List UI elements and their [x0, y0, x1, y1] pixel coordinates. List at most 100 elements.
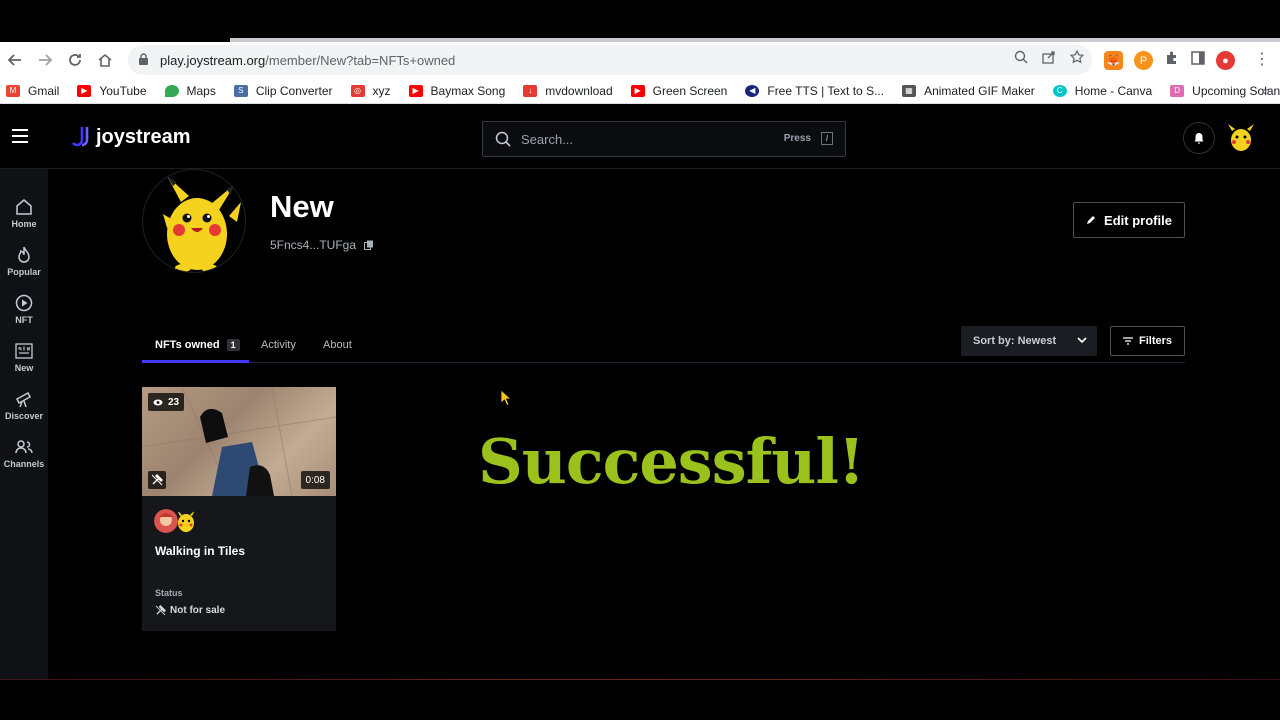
bookmarks-overflow-icon[interactable]: » — [1263, 83, 1270, 98]
pikachu-avatar-image — [163, 176, 241, 272]
reload-icon[interactable] — [60, 45, 90, 75]
bookmark-maps[interactable]: Maps — [164, 84, 216, 98]
youtube-icon: ▶ — [630, 84, 645, 97]
sidebar-item-nft[interactable]: NFT — [0, 293, 48, 335]
home-icon — [16, 199, 32, 215]
tab-activity[interactable]: Activity — [261, 329, 296, 361]
menu-kebab-icon[interactable]: ⋮ — [1254, 49, 1270, 69]
youtube-icon: ▶ — [408, 84, 423, 97]
views-badge: 23 — [148, 393, 185, 411]
bookmark-mvdownload[interactable]: ↓ mvdownload — [523, 84, 613, 98]
nft-owners — [154, 509, 198, 533]
bookmark-xyz[interactable]: ◎ xyz — [350, 84, 391, 98]
side-panel-icon[interactable] — [1191, 51, 1205, 70]
hamburger-menu-icon[interactable] — [12, 129, 28, 143]
sidebar-item-new[interactable]: New — [0, 341, 48, 383]
copy-icon[interactable] — [364, 240, 374, 250]
status-label: Status — [155, 588, 183, 598]
bookmark-gmail[interactable]: M Gmail — [6, 84, 59, 98]
sidebar-item-discover[interactable]: Discover — [0, 389, 48, 431]
joystream-logo[interactable]: joystream — [70, 125, 191, 149]
nft-thumbnail[interactable]: 23 0:08 — [142, 387, 336, 496]
extensions-puzzle-icon[interactable] — [1164, 50, 1180, 71]
search-shortcut-hint: Press / — [784, 132, 833, 145]
xyz-icon: ◎ — [350, 84, 365, 97]
edit-profile-button[interactable]: Edit profile — [1073, 202, 1185, 238]
brand-name: joystream — [96, 125, 191, 148]
bookmark-baymax-song[interactable]: ▶ Baymax Song — [408, 84, 505, 98]
bookmark-clip-converter[interactable]: S Clip Converter — [233, 84, 333, 98]
profile-avatar — [142, 169, 246, 273]
nft-card[interactable]: 23 0:08 Walking in Tiles Status Not for … — [142, 387, 336, 631]
profile-name: New — [270, 189, 334, 224]
clip-converter-icon: S — [233, 84, 248, 97]
sidebar-item-channels[interactable]: Channels — [0, 437, 48, 479]
joystream-mark-icon — [71, 127, 89, 147]
not-for-sale-badge — [148, 471, 166, 489]
canva-icon: C — [1052, 84, 1067, 97]
profile-avatar-browser[interactable]: ● — [1216, 51, 1235, 70]
speaker-icon: ◀ — [745, 84, 760, 97]
lock-icon — [138, 53, 150, 67]
users-icon — [15, 440, 33, 454]
bookmark-youtube[interactable]: ▶ YouTube — [77, 84, 147, 98]
tab-about[interactable]: About — [323, 329, 352, 361]
nfts-count-badge: 1 — [226, 339, 240, 351]
hammer-slash-icon — [151, 474, 163, 486]
flame-icon — [18, 246, 30, 263]
sidebar-item-home[interactable]: Home — [0, 197, 48, 239]
notifications-bell-icon[interactable] — [1183, 122, 1215, 154]
search-input[interactable]: Search... Press / — [482, 121, 846, 157]
maps-pin-icon — [164, 84, 179, 97]
owner-avatar[interactable] — [174, 509, 198, 533]
coin-extension-icon[interactable]: P — [1134, 51, 1153, 70]
status-value: Not for sale — [155, 605, 225, 616]
youtube-icon: ▶ — [77, 84, 92, 97]
gif-icon: ▦ — [902, 84, 917, 97]
bookmark-canva[interactable]: C Home - Canva — [1052, 84, 1152, 98]
member-avatar-pikachu[interactable] — [1226, 123, 1256, 153]
share-icon[interactable] — [1042, 50, 1056, 67]
filter-lines-icon — [1122, 337, 1133, 345]
eye-icon — [153, 399, 163, 405]
window-top-bar — [0, 0, 1280, 38]
browser-toolbar: play.joystream.org/member/New?tab=NFTs+o… — [0, 42, 1280, 78]
gmail-icon: M — [6, 84, 20, 97]
bookmark-free-tts[interactable]: ◀ Free TTS | Text to S... — [745, 84, 884, 98]
profile-address: 5Fncs4...TUFga — [270, 238, 374, 252]
address-bar[interactable]: play.joystream.org/member/New?tab=NFTs+o… — [128, 45, 1092, 75]
star-icon[interactable] — [1069, 49, 1085, 67]
mouse-cursor-icon — [500, 389, 512, 407]
sort-dropdown[interactable]: Sort by: Newest — [961, 326, 1097, 356]
bookmark-green-screen[interactable]: ▶ Green Screen — [630, 84, 727, 98]
filters-button[interactable]: Filters — [1110, 326, 1185, 356]
play-circle-icon — [15, 294, 33, 312]
back-icon[interactable] — [0, 45, 30, 75]
solana-icon: D — [1170, 84, 1185, 97]
pencil-icon — [1087, 216, 1096, 224]
url-text: play.joystream.org/member/New?tab=NFTs+o… — [160, 52, 456, 68]
video-duration: 0:08 — [300, 471, 330, 489]
search-placeholder: Search... — [521, 131, 574, 147]
nft-title[interactable]: Walking in Tiles — [155, 544, 245, 558]
chevron-down-icon — [1077, 337, 1087, 344]
zoom-icon[interactable] — [1014, 50, 1028, 67]
left-sidebar: Home Popular NFT New Discover Channels — [0, 169, 48, 680]
active-tab-indicator — [142, 360, 249, 363]
tab-nfts-owned[interactable]: NFTs owned 1 — [155, 329, 240, 361]
sidebar-item-popular[interactable]: Popular — [0, 245, 48, 287]
bottom-black-bar — [0, 680, 1280, 720]
hammer-slash-icon — [155, 605, 166, 616]
bookmarks-bar: M Gmail ▶ YouTube Maps S Clip Converter ◎ xy… — [0, 78, 1280, 104]
joystream-app: joystream Search... Press / Home Popular… — [0, 105, 1280, 680]
success-overlay-text: Successful! — [478, 425, 865, 498]
home-browser-icon[interactable] — [90, 45, 120, 75]
app-topbar: joystream Search... Press / — [0, 105, 1280, 169]
telescope-icon — [16, 391, 31, 408]
bookmark-animated-gif-maker[interactable]: ▦ Animated GIF Maker — [902, 84, 1035, 98]
metamask-extension-icon[interactable]: 🦊 — [1104, 51, 1123, 70]
new-badge-icon — [15, 343, 33, 359]
search-icon — [495, 131, 511, 147]
download-icon: ↓ — [523, 84, 538, 97]
forward-icon[interactable] — [30, 45, 60, 75]
